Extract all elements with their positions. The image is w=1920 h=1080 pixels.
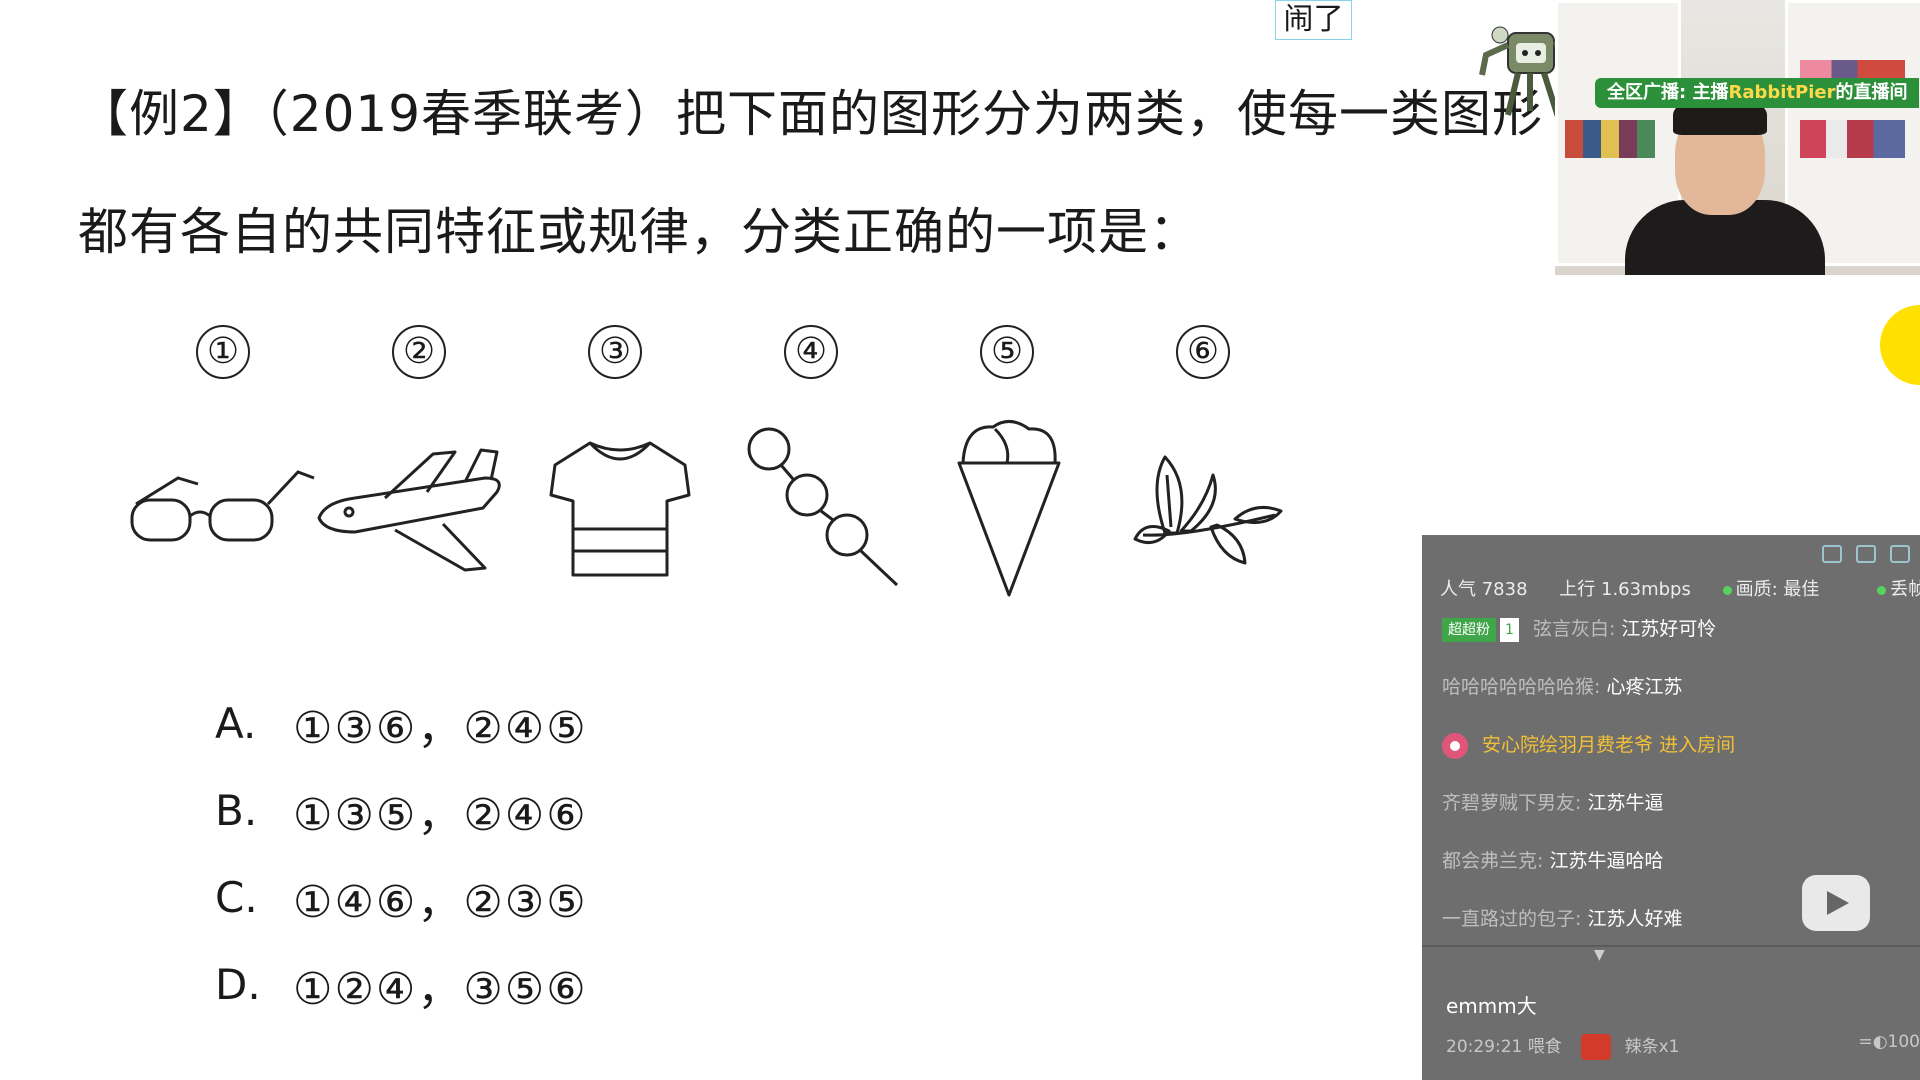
chat-username[interactable]: 一直路过的包子: <box>1442 908 1581 930</box>
cursor-highlight <box>1880 305 1920 385</box>
chat-username[interactable]: 弦言灰白: <box>1533 618 1615 640</box>
bottom-time: 20:29:21 <box>1446 1037 1523 1057</box>
chat-username[interactable]: 哈哈哈哈哈哈哈猴: <box>1442 676 1600 698</box>
fan-badge: 超超粉 <box>1442 617 1496 642</box>
quality-stat-text: 画质: 最佳 <box>1735 579 1820 600</box>
broadcast-name: RabbitPier <box>1728 82 1836 103</box>
status-dot-icon <box>1722 586 1732 595</box>
chat-text: 进入房间 <box>1659 734 1736 756</box>
broadcast-banner: 全区广播: 主播RabbitPier的直播间 <box>1595 78 1920 108</box>
status-dot-icon <box>1877 586 1887 595</box>
flower-icon <box>1442 732 1468 759</box>
chat-text: 江苏人好难 <box>1587 908 1683 930</box>
figure-number-6: ⑥ <box>1176 325 1230 379</box>
quality-stat: 画质: 最佳 <box>1722 579 1846 600</box>
books-left <box>1565 120 1655 158</box>
leaf-branch-figure <box>1133 455 1283 565</box>
figure-number-1: ① <box>196 325 250 379</box>
chevron-down-icon[interactable]: ▼ <box>1594 947 1605 963</box>
chat-system-message: 安心院绘羽月费老爷 进入房间 <box>1442 726 1910 784</box>
play-button-icon[interactable] <box>1802 875 1870 931</box>
option-b-text: ①③⑤，②④⑥ <box>293 789 588 841</box>
books-right <box>1800 120 1905 158</box>
gift-icon[interactable] <box>1581 1034 1612 1060</box>
chat-panel: 人气 7838 上行 1.63mbps 画质: 最佳 丢帧 0.0% 超超粉1 … <box>1422 535 1920 1080</box>
coin-counter: =◐100 <box>1858 1032 1920 1052</box>
glasses-figure <box>130 470 315 542</box>
coin-value: 100 <box>1887 1032 1920 1052</box>
overlay-caption: 闹了 <box>1275 0 1352 40</box>
settings-icon[interactable] <box>1822 545 1842 563</box>
figure-row <box>0 410 1300 610</box>
chat-message: 哈哈哈哈哈哈哈猴: 心疼江苏 <box>1442 668 1910 726</box>
stream-stats: 人气 7838 上行 1.63mbps 画质: 最佳 丢帧 0.0% <box>1440 575 1920 601</box>
option-d-letter: D. <box>215 960 261 1009</box>
chat-bottom-bar: 20:29:21 喂食 辣条x1 =◐100 <box>1446 1032 1920 1060</box>
chat-message: 超超粉 1 弦言灰白: 江苏好可怜 <box>1442 610 1910 668</box>
chat-divider <box>1422 945 1920 947</box>
question-line-2: 都有各自的共同特征或规律，分类正确的一项是： <box>78 203 1200 261</box>
chat-input[interactable]: emmm大 <box>1446 990 1537 1019</box>
option-c-text: ①④⑥，②③⑤ <box>293 876 588 928</box>
chat-toolbar <box>1822 545 1910 563</box>
figure-number-2: ② <box>392 325 446 379</box>
option-b[interactable]: B. ①③⑤，②④⑥ <box>215 767 588 854</box>
fan-badge-level: 1 <box>1500 617 1519 642</box>
dropped-stat-text: 丢帧 0.0% <box>1890 579 1920 600</box>
question-text: 【例2】（2019春季联考）把下面的图形分为两类，使每一类图形 都有各自的共同特… <box>78 55 1544 291</box>
chat-text: 江苏好可怜 <box>1621 618 1717 640</box>
feed-label[interactable]: 喂食 <box>1528 1037 1562 1057</box>
gift-label: 辣条x1 <box>1624 1037 1680 1057</box>
chat-text: 心疼江苏 <box>1606 676 1683 698</box>
chat-text: 江苏牛逼 <box>1587 792 1664 814</box>
webcam-feed: 全区广播: 主播RabbitPier的直播间 <box>1555 0 1920 275</box>
t-shirt-figure <box>549 441 691 577</box>
figure-number-row: ① ② ③ ④ ⑤ ⑥ <box>0 325 1300 385</box>
option-a[interactable]: A. ①③⑥，②④⑤ <box>215 680 588 767</box>
broadcast-prefix: 全区广播: 主播 <box>1607 82 1729 103</box>
option-b-letter: B. <box>215 786 258 835</box>
chat-text: 江苏牛逼哈哈 <box>1549 850 1664 872</box>
figure-number-3: ③ <box>588 325 642 379</box>
chat-username[interactable]: 齐碧萝贼下男友: <box>1442 792 1581 814</box>
ice-cream-cone-figure <box>957 420 1061 597</box>
upload-stat: 上行 1.63mbps <box>1559 579 1691 600</box>
option-a-letter: A. <box>215 699 257 748</box>
answer-options: A. ①③⑥，②④⑤ B. ①③⑤，②④⑥ C. ①④⑥，②③⑤ D. ①②④，… <box>215 680 588 1028</box>
figure-number-4: ④ <box>784 325 838 379</box>
airplane-figure <box>317 448 501 572</box>
option-d[interactable]: D. ①②④，③⑤⑥ <box>215 941 588 1028</box>
option-c[interactable]: C. ①④⑥，②③⑤ <box>215 854 588 941</box>
option-a-text: ①③⑥，②④⑤ <box>293 702 588 754</box>
option-d-text: ①②④，③⑤⑥ <box>293 963 588 1015</box>
chat-username[interactable]: 都会弗兰克: <box>1442 850 1543 872</box>
chat-username[interactable]: 安心院绘羽月费老爷 <box>1482 734 1653 756</box>
chat-message: 齐碧萝贼下男友: 江苏牛逼 <box>1442 784 1910 842</box>
figure-number-5: ⑤ <box>980 325 1034 379</box>
popout-icon[interactable] <box>1856 545 1876 563</box>
dropped-stat: 丢帧 0.0% <box>1877 579 1920 600</box>
broadcast-suffix: 的直播间 <box>1835 82 1908 103</box>
screen-icon[interactable] <box>1890 545 1910 563</box>
question-line-1: 【例2】（2019春季联考）把下面的图形分为两类，使每一类图形 <box>78 85 1544 143</box>
popularity-stat: 人气 7838 <box>1440 579 1528 600</box>
option-c-letter: C. <box>215 873 258 922</box>
skewer-figure <box>747 427 899 587</box>
